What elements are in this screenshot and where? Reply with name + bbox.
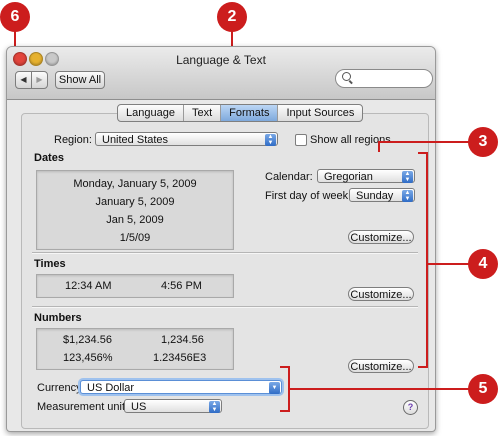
measurement-popup[interactable]: US ▲ ▼ <box>124 399 222 413</box>
callout-4-bracket-vertical <box>426 152 428 368</box>
times-customize-button[interactable]: Customize... <box>348 287 414 301</box>
date-sample-full: Monday, January 5, 2009 <box>73 178 197 190</box>
show-all-regions-checkbox[interactable] <box>295 134 307 146</box>
tab-language[interactable]: Language <box>118 105 184 121</box>
callout-2-badge: 2 <box>217 2 247 32</box>
callout-5-badge: 5 <box>468 374 498 404</box>
popup-arrows-icon: ▲ ▼ <box>209 401 220 413</box>
search-icon <box>342 72 351 81</box>
callout-5-bracket-bottom <box>280 410 290 412</box>
pane-tab-bar: Language Text Formats Input Sources <box>117 104 364 122</box>
help-icon[interactable]: ? <box>403 400 418 415</box>
date-sample-long: January 5, 2009 <box>95 196 175 208</box>
currency-combo[interactable]: US Dollar ▼ <box>80 380 282 394</box>
first-day-popup[interactable]: Sunday ▲ ▼ <box>349 188 415 202</box>
formats-panel: Region: United States ▲ ▼ Show all region… <box>21 113 429 429</box>
dropdown-arrow-icon: ▼ <box>269 382 280 394</box>
numbers-heading: Numbers <box>34 312 82 324</box>
callout-4-badge: 4 <box>468 249 498 279</box>
callout-4-leader <box>426 263 470 265</box>
number-sample-currency: $1,234.56 <box>63 334 112 346</box>
show-all-button[interactable]: Show All <box>55 71 105 89</box>
dates-heading: Dates <box>34 152 64 164</box>
dates-separator <box>32 252 418 254</box>
number-sample-percent: 123,456% <box>63 352 113 364</box>
first-day-label: First day of week: <box>265 190 352 202</box>
measurement-value: US <box>131 401 147 413</box>
times-heading: Times <box>34 258 66 270</box>
callout-5-leader <box>288 388 470 390</box>
region-popup[interactable]: United States ▲ ▼ <box>95 132 278 146</box>
forward-button[interactable]: ▶ <box>31 71 48 89</box>
tab-input-sources[interactable]: Input Sources <box>278 105 362 121</box>
popup-arrows-icon: ▲ ▼ <box>402 190 413 202</box>
date-sample-short: 1/5/09 <box>119 232 151 244</box>
callout-3-leader-h <box>378 141 470 143</box>
dates-customize-button[interactable]: Customize... <box>348 230 414 244</box>
number-sample-scientific: 1.23456E3 <box>153 352 207 364</box>
popup-arrows-icon: ▲ ▼ <box>265 134 276 146</box>
currency-value: US Dollar <box>87 382 135 394</box>
times-sample-box: 12:34 AM 4:56 PM <box>36 274 234 298</box>
calendar-value: Gregorian <box>324 171 373 183</box>
times-separator <box>32 306 418 308</box>
callout-6-badge: 6 <box>0 2 30 32</box>
numbers-customize-button[interactable]: Customize... <box>348 359 414 373</box>
time-sample-pm: 4:56 PM <box>161 280 202 292</box>
calendar-popup[interactable]: Gregorian ▲ ▼ <box>317 169 415 183</box>
callout-3-badge: 3 <box>468 127 498 157</box>
tab-text[interactable]: Text <box>184 105 222 121</box>
time-sample-am: 12:34 AM <box>65 280 112 292</box>
first-day-value: Sunday <box>356 190 394 202</box>
tab-formats[interactable]: Formats <box>221 105 279 121</box>
search-input[interactable] <box>335 69 433 88</box>
numbers-sample-box: $1,234.56 1,234.56 123,456% 1.23456E3 <box>36 328 234 370</box>
currency-label: Currency: <box>37 382 85 394</box>
title-bar: Language & Text ◀ ▶ Show All <box>7 47 435 100</box>
region-label: Region: <box>54 134 92 146</box>
back-button[interactable]: ◀ <box>15 71 32 89</box>
date-sample-medium: Jan 5, 2009 <box>106 214 164 226</box>
region-value: United States <box>102 134 169 146</box>
dates-sample-box: Monday, January 5, 2009 January 5, 2009 … <box>36 170 234 250</box>
popup-arrows-icon: ▲ ▼ <box>402 171 413 183</box>
callout-4-bracket-bottom <box>418 366 428 368</box>
calendar-label: Calendar: <box>265 171 313 183</box>
window-title: Language & Text <box>176 53 266 67</box>
measurement-label: Measurement units: <box>37 401 134 413</box>
number-sample-decimal: 1,234.56 <box>161 334 204 346</box>
